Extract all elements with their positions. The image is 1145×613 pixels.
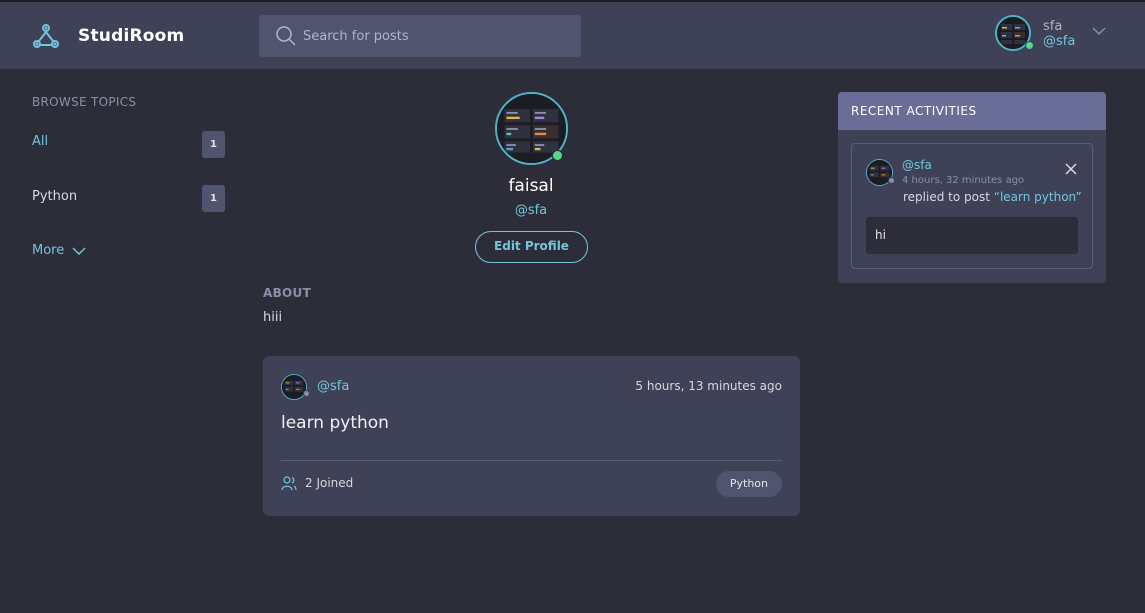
search-bar[interactable] [259,15,581,57]
activity-post-link[interactable]: “learn python” [994,190,1082,204]
room-time: 5 hours, 13 minutes ago [635,379,782,393]
about-title: ABOUT [263,286,312,300]
avatar-image-icon [282,375,306,399]
browse-topics-title: BROWSE TOPICS [32,95,137,109]
topic-python[interactable]: Python [32,189,77,204]
activity-item: @sfa 4 hours, 32 minutes ago replied to … [851,143,1093,269]
more-topics-button[interactable]: More [32,243,86,258]
activity-user[interactable]: @sfa [902,158,932,172]
activity-action: replied to post [903,190,994,204]
activity-time: 4 hours, 32 minutes ago [902,175,1025,186]
offline-status-icon [303,390,310,397]
user-name[interactable]: sfa [1043,19,1062,34]
room-joined: 2 Joined [281,475,353,491]
divider [281,460,782,461]
online-status-icon [552,150,563,161]
chevron-down-icon[interactable] [1091,24,1107,38]
user-handle[interactable]: @sfa [1043,34,1075,49]
recent-activities-title: RECENT ACTIVITIES [838,92,1106,130]
room-host[interactable]: @sfa [317,379,349,394]
close-icon[interactable] [1064,162,1078,176]
activity-text: replied to post “learn python” [903,190,1082,204]
joined-count: 2 Joined [305,476,354,490]
chevron-down-icon [72,246,86,255]
user-menu[interactable]: sfa @sfa [995,15,1115,55]
profile-name: faisal [508,176,554,196]
room-card: @sfa 5 hours, 13 minutes ago learn pytho… [263,356,800,516]
room-title[interactable]: learn python [281,413,389,433]
studiroom-logo-icon[interactable] [30,21,62,53]
users-icon [281,476,297,491]
avatar[interactable] [281,374,307,400]
edit-profile-button[interactable]: Edit Profile [475,231,588,263]
topic-python-count: 1 [202,185,225,212]
top-header: StudiRoom sfa @sfa [0,0,1145,70]
more-label: More [32,243,65,258]
topic-all-count: 1 [202,131,225,158]
online-status-icon [1025,41,1034,50]
profile-handle: @sfa [514,203,548,218]
about-text: hiii [263,310,283,325]
topic-tag[interactable]: Python [715,471,782,497]
offline-status-icon [888,177,895,184]
brand-name[interactable]: StudiRoom [78,26,184,46]
recent-activities-panel: RECENT ACTIVITIES @sfa 4 hours, 32 minut… [838,92,1106,283]
search-input[interactable] [303,15,573,57]
topic-all[interactable]: All [32,134,48,149]
search-icon [276,26,296,46]
activity-reply: hi [866,217,1078,254]
